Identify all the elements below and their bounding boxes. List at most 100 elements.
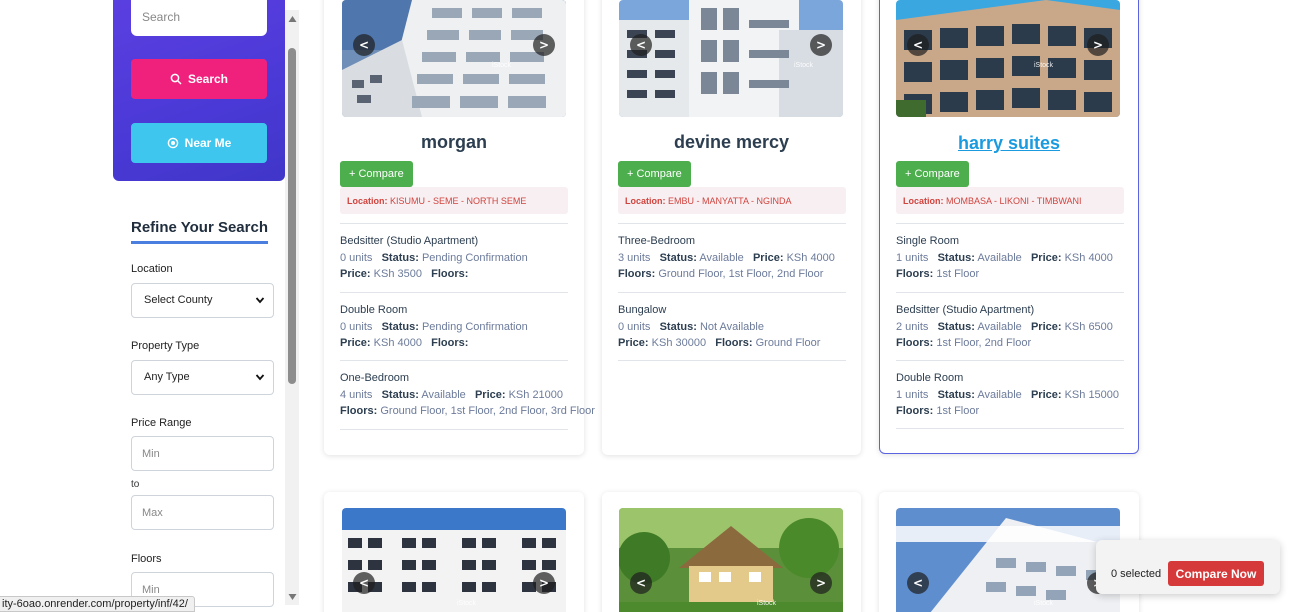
divider <box>896 428 1124 429</box>
location-value: EMBU - MANYATTA - NGINDA <box>668 196 792 206</box>
location-label: Location <box>131 263 173 275</box>
price-label: Price: <box>340 337 371 349</box>
add-compare-button[interactable]: + Compare <box>618 161 691 187</box>
link-status-url: ity-6oao.onrender.com/property/inf/42/ <box>0 596 195 612</box>
istock-watermark: iStock <box>492 62 512 69</box>
status-label: Status: <box>937 388 975 401</box>
property-type-label: Property Type <box>131 340 200 352</box>
floors-label: Floors: <box>896 405 934 417</box>
room-units: 2 units <box>896 320 929 333</box>
property-title[interactable]: devine mercy <box>602 132 861 153</box>
floors-label: Floors: <box>896 337 934 349</box>
price-max-input[interactable]: Max <box>131 495 274 530</box>
search-button[interactable]: Search <box>131 59 267 99</box>
search-icon <box>170 73 182 85</box>
carousel-prev-button[interactable]: < <box>353 34 375 56</box>
search-button-label: Search <box>187 72 229 86</box>
chevron-down-icon <box>255 297 265 304</box>
location-label: Location: <box>347 196 388 206</box>
building-photo <box>896 508 1120 612</box>
status-label: Status: <box>937 320 975 333</box>
room-price: KSh 6500 <box>1064 320 1113 333</box>
carousel-next-button[interactable]: > <box>533 572 555 594</box>
room-item: Bungalow 0 units Status: Not Available P… <box>618 302 858 352</box>
property-image[interactable]: < > iStock <box>896 508 1120 612</box>
property-image[interactable]: < > iStock <box>619 508 843 612</box>
room-item: One-Bedroom 4 units Status: Available Pr… <box>340 370 595 420</box>
carousel-prev-button[interactable]: < <box>907 572 929 594</box>
sidebar-scroll-thumb[interactable] <box>288 48 296 384</box>
selected-count: 0 selected <box>1111 568 1162 580</box>
location-box: Location: EMBU - MANYATTA - NGINDA <box>618 187 846 214</box>
property-type-select[interactable]: Any Type <box>131 360 274 395</box>
compare-now-button[interactable]: Compare Now <box>1168 561 1264 586</box>
room-floors: Ground Floor, 1st Floor, 2nd Floor <box>658 268 824 280</box>
divider <box>896 292 1124 293</box>
sidebar: Search Search Near Me Refine Your Search… <box>0 0 300 612</box>
room-item: Double Room 0 units Status: Pending Conf… <box>340 302 580 352</box>
status-label: Status: <box>381 388 419 401</box>
property-image[interactable]: < > iStock <box>342 0 566 117</box>
carousel-next-button[interactable]: > <box>1087 34 1109 56</box>
istock-watermark: iStock <box>1034 600 1054 607</box>
room-floors: Ground Floor <box>755 337 821 349</box>
floors-label: Floors: <box>896 268 934 280</box>
price-range-label: Price Range <box>131 417 192 429</box>
room-price: KSh 15000 <box>1064 388 1120 401</box>
carousel-prev-button[interactable]: < <box>907 34 929 56</box>
room-status: Pending Confirmation <box>421 320 528 333</box>
property-image[interactable]: < > iStock <box>619 0 843 117</box>
property-image[interactable]: < > iStock <box>896 0 1120 117</box>
status-label: Status: <box>659 251 697 264</box>
scroll-down-arrow-icon[interactable] <box>288 593 297 601</box>
room-status: Available <box>699 251 744 264</box>
property-title-link[interactable]: harry suites <box>880 133 1138 154</box>
scroll-up-arrow-icon[interactable] <box>288 15 297 23</box>
price-min-input[interactable]: Min <box>131 436 274 471</box>
room-units: 0 units <box>618 320 651 333</box>
divider <box>340 223 568 224</box>
room-status: Available <box>977 251 1022 264</box>
property-card: < > iStock <box>602 492 861 612</box>
building-photo <box>342 508 566 612</box>
carousel-prev-button[interactable]: < <box>630 34 652 56</box>
property-card: < > iStock <box>324 492 584 612</box>
divider <box>340 429 568 430</box>
room-status: Available <box>977 388 1022 401</box>
room-name: Bedsitter (Studio Apartment) <box>340 235 479 247</box>
divider <box>896 360 1124 361</box>
carousel-next-button[interactable]: > <box>810 34 832 56</box>
property-type-value: Any Type <box>144 371 190 383</box>
room-item: Bedsitter (Studio Apartment) 2 units Sta… <box>896 302 1136 352</box>
property-card-harry-suites: < > iStock harry suites + Compare Locati… <box>879 0 1139 454</box>
add-compare-button[interactable]: + Compare <box>340 161 413 187</box>
carousel-next-button[interactable]: > <box>810 572 832 594</box>
carousel-prev-button[interactable]: < <box>630 572 652 594</box>
property-image[interactable]: < > iStock <box>342 508 566 612</box>
search-input[interactable]: Search <box>131 0 267 36</box>
divider <box>618 223 846 224</box>
status-label: Status: <box>659 320 697 333</box>
room-price: KSh 4000 <box>786 251 835 264</box>
price-label: Price: <box>1030 388 1062 401</box>
county-select[interactable]: Select County <box>131 283 274 318</box>
istock-watermark: iStock <box>794 62 814 69</box>
near-me-button[interactable]: Near Me <box>131 123 267 163</box>
divider <box>340 292 568 293</box>
price-label: Price: <box>618 337 649 349</box>
room-units: 0 units <box>340 320 373 333</box>
istock-watermark: iStock <box>1034 62 1054 69</box>
room-name: Three-Bedroom <box>618 235 696 247</box>
status-label: Status: <box>381 251 419 264</box>
carousel-prev-button[interactable]: < <box>353 572 375 594</box>
room-price: KSh 4000 <box>373 337 422 349</box>
price-label: Price: <box>752 251 784 264</box>
property-title[interactable]: morgan <box>324 132 584 153</box>
building-photo <box>342 0 566 117</box>
compare-widget: 0 selected Compare Now <box>1096 540 1280 594</box>
room-name: Double Room <box>340 304 408 316</box>
add-compare-button[interactable]: + Compare <box>896 161 969 187</box>
room-status: Not Available <box>699 320 764 333</box>
carousel-next-button[interactable]: > <box>533 34 555 56</box>
room-name: Double Room <box>896 372 964 384</box>
